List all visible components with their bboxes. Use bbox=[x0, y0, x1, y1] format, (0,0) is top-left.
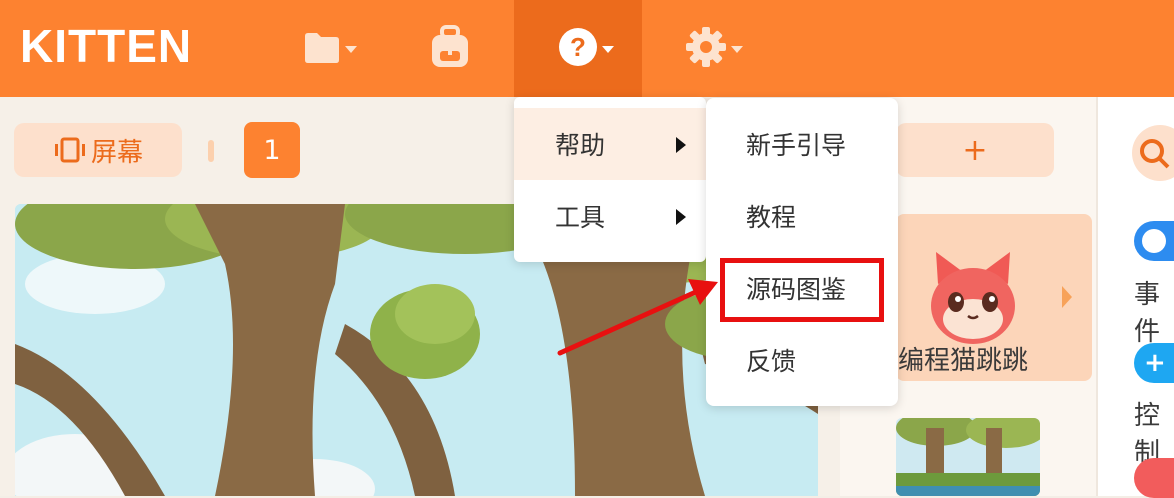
screen-button-label: 屏幕 bbox=[90, 137, 143, 168]
settings-button[interactable] bbox=[685, 22, 743, 72]
menu-item-label: 帮助 bbox=[555, 131, 606, 160]
search-button[interactable] bbox=[1132, 125, 1174, 181]
cat-character-icon bbox=[931, 252, 1015, 344]
add-sprite-button[interactable]: + bbox=[896, 123, 1054, 177]
menu-item-label: 工具 bbox=[555, 203, 606, 232]
screen-tab-1[interactable]: 1 bbox=[244, 122, 300, 178]
help-submenu: 新手引导 教程 源码图鉴 反馈 bbox=[706, 98, 898, 406]
chevron-down-icon bbox=[602, 45, 614, 53]
help-icon: ? bbox=[559, 28, 597, 66]
category-events-icon[interactable] bbox=[1134, 221, 1174, 261]
scene-thumbnail-image bbox=[896, 418, 1040, 496]
submenu-item-tutorial[interactable]: 教程 bbox=[706, 180, 898, 252]
category-looks-icon[interactable] bbox=[1134, 458, 1174, 498]
category-label[interactable]: 事件 bbox=[1134, 274, 1174, 348]
backpack-button[interactable] bbox=[428, 22, 472, 72]
category-control-icon[interactable]: + bbox=[1134, 343, 1174, 383]
submenu-item-feedback[interactable]: 反馈 bbox=[706, 324, 898, 396]
annotation-arrow-icon bbox=[557, 279, 718, 356]
menu-item-help[interactable]: 帮助 bbox=[514, 108, 706, 180]
sprite-name: 编程猫跳跳 bbox=[898, 346, 1029, 376]
menu-item-tools[interactable]: 工具 bbox=[514, 180, 706, 252]
chevron-down-icon bbox=[345, 45, 357, 53]
folder-icon bbox=[305, 33, 339, 63]
toolbar-divider bbox=[208, 140, 214, 162]
toggle-knob-icon bbox=[1142, 229, 1166, 253]
screen-icon bbox=[54, 137, 85, 163]
submenu-arrow-icon bbox=[676, 137, 686, 153]
plus-icon: + bbox=[1144, 348, 1166, 378]
top-bar: KITTEN ? bbox=[0, 0, 1174, 97]
app-logo: KITTEN bbox=[20, 20, 193, 72]
gear-icon bbox=[686, 27, 726, 67]
screen-button[interactable]: 屏幕 bbox=[14, 123, 182, 177]
help-button-content: ? bbox=[558, 22, 614, 72]
help-dropdown-menu: 帮助 工具 bbox=[514, 97, 706, 262]
file-menu-button[interactable] bbox=[303, 22, 357, 72]
submenu-arrow-icon bbox=[676, 209, 686, 225]
backpack-icon bbox=[432, 25, 468, 67]
chevron-down-icon bbox=[731, 45, 743, 53]
submenu-item-beginner-guide[interactable]: 新手引导 bbox=[706, 108, 898, 180]
sprite-thumbnail[interactable] bbox=[896, 418, 1040, 496]
help-menu-button[interactable]: ? bbox=[514, 0, 642, 97]
svg-text:?: ? bbox=[570, 32, 586, 62]
search-icon bbox=[1140, 139, 1170, 169]
highlight-box bbox=[720, 258, 884, 322]
chevron-right-icon[interactable] bbox=[1060, 284, 1074, 310]
